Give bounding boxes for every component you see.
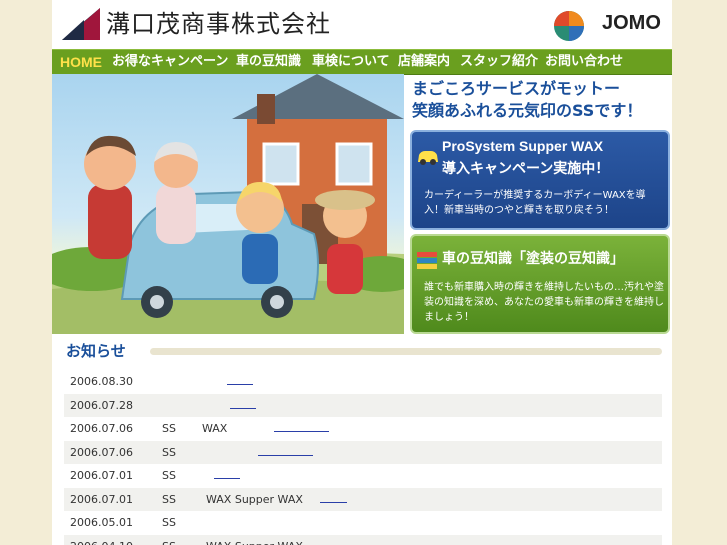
- wax-campaign-banner[interactable]: ProSystem Supper WAX 導入キャンペーン実施中！ カーディーラ…: [410, 130, 670, 230]
- news-tag: SS: [162, 492, 176, 506]
- nav-item-car-tips[interactable]: 車の豆知識: [236, 50, 301, 74]
- news-row: 2006.04.10 SS WAX Supper WAX: [64, 534, 662, 545]
- tagline-line2: 笑顔あふれる元気印のSSです！: [412, 101, 643, 120]
- news-link[interactable]: [320, 501, 347, 503]
- news-text: WAX Supper WAX: [206, 535, 303, 545]
- banner2-title: 車の豆知識「塗装の豆知識」: [442, 250, 624, 266]
- news-row: 2006.05.01 SS: [64, 511, 662, 535]
- news-date: 2006.05.01: [70, 516, 133, 529]
- nav-item-contact[interactable]: お問い合わせ: [545, 50, 623, 74]
- news-tag: SS: [162, 422, 176, 435]
- news-row: 2006.07.01 SS: [64, 464, 662, 488]
- news-tag: SS: [162, 535, 176, 545]
- nav-item-home[interactable]: HOME: [60, 50, 102, 74]
- news-link[interactable]: [258, 454, 313, 456]
- news-link[interactable]: [214, 478, 240, 479]
- news-text: WAX: [202, 422, 228, 435]
- tagline: まごころサービスがモットー 笑顔あふれる元気印のSSです！: [412, 78, 662, 122]
- car-tips-banner[interactable]: 車の豆知識「塗装の豆知識」 誰でも新車購入時の輝きを維持したいもの…汚れや塗装の…: [410, 234, 670, 334]
- news-header: お知らせ: [66, 340, 662, 364]
- hero-illustration: [52, 74, 404, 334]
- news-date: 2006.07.06: [70, 445, 133, 459]
- banner1-title: ProSystem Supper WAX: [442, 138, 604, 154]
- jomo-logo-icon: [554, 11, 584, 41]
- car-icon: [418, 151, 438, 165]
- company-logo-icon: [62, 8, 100, 40]
- news-date: 2006.07.01: [70, 492, 133, 506]
- news-row: 2006.07.28: [64, 393, 662, 417]
- news-divider: [150, 348, 662, 355]
- news-link[interactable]: [227, 384, 253, 385]
- tagline-line1: まごころサービスがモットー: [412, 79, 621, 98]
- news-text: WAX Supper WAX: [206, 492, 303, 506]
- banner2-description: 誰でも新車購入時の輝きを維持したいもの…汚れや塗装の知識を深め、あなたの愛車も新…: [424, 282, 664, 323]
- main-nav: HOME お得なキャンペーン 車の豆知識 車検について 店舗案内 スタッフ紹介 …: [52, 49, 672, 75]
- page-frame: 溝口茂商事株式会社 JOMO HOME お得なキャンペーン 車の豆知識 車検につ…: [52, 0, 672, 545]
- news-date: 2006.08.30: [70, 375, 133, 388]
- news-tag: SS: [162, 469, 176, 482]
- nav-item-inspection[interactable]: 車検について: [312, 50, 390, 74]
- news-date: 2006.04.10: [70, 535, 133, 545]
- news-row: 2006.07.06 SS: [64, 440, 662, 464]
- books-icon: [417, 252, 437, 269]
- news-row: 2006.07.06 SS WAX: [64, 417, 662, 441]
- news-link[interactable]: [274, 431, 329, 432]
- news-row: 2006.07.01 SS WAX Supper WAX: [64, 487, 662, 511]
- news-date: 2006.07.01: [70, 469, 133, 482]
- company-name: 溝口茂商事株式会社: [106, 10, 331, 38]
- nav-item-campaign[interactable]: お得なキャンペーン: [112, 50, 228, 74]
- brand-name: JOMO: [602, 12, 661, 34]
- news-tag: SS: [162, 445, 176, 459]
- banner1-description: カーディーラーが推奨するカーボディーWAXを導入！新車当時のつやと輝きを取り戻そ…: [424, 190, 646, 216]
- hero-image: [52, 74, 404, 334]
- news-title: お知らせ: [66, 342, 126, 360]
- news-date: 2006.07.06: [70, 422, 133, 435]
- nav-item-staff[interactable]: スタッフ紹介: [460, 50, 538, 74]
- nav-item-stores[interactable]: 店舗案内: [398, 50, 450, 74]
- news-tag: SS: [162, 516, 176, 529]
- news-list: 2006.08.30 2006.07.28 2006.07.06 SS WAX …: [64, 370, 662, 545]
- news-row: 2006.08.30: [64, 370, 662, 394]
- site-header: 溝口茂商事株式会社 JOMO: [52, 0, 672, 48]
- news-date: 2006.07.28: [70, 398, 133, 412]
- news-link[interactable]: [230, 407, 256, 409]
- banner1-subtitle: 導入キャンペーン実施中！: [442, 161, 610, 177]
